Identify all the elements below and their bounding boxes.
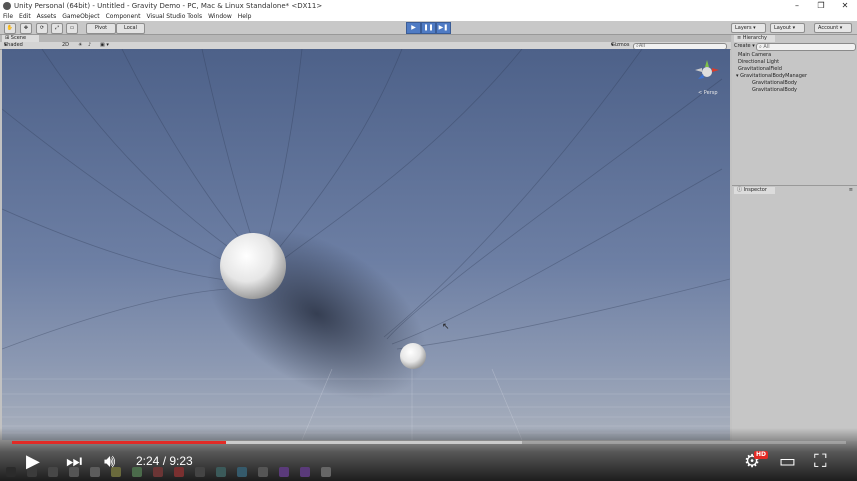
scene-tab-strip: ⊞ Scene (0, 35, 731, 42)
layout-label: Layout (774, 25, 791, 31)
tab-inspector[interactable]: ⓘ Inspector (734, 187, 775, 194)
hierarchy-panel: ≡ Hierarchy Create ▾ ⌕ All Main Camera D… (732, 35, 857, 185)
mouse-cursor-icon: ↖ (442, 322, 450, 332)
audio-toggle-icon[interactable]: ♪ (88, 42, 91, 49)
hierarchy-item-label: Main Camera (738, 52, 772, 58)
title-bar: Unity Personal (64bit) - Untitled - Grav… (0, 0, 857, 12)
menu-help[interactable]: Help (235, 12, 255, 21)
account-label: Account (818, 25, 839, 31)
unity-logo-icon (3, 2, 11, 10)
unity-editor-window: Unity Personal (64bit) - Untitled - Grav… (0, 0, 857, 481)
hierarchy-search-text: All (763, 44, 770, 50)
rotate-tool-icon[interactable]: ⟳ (36, 23, 48, 34)
video-progress-bar[interactable] (12, 441, 846, 444)
fullscreen-icon[interactable]: ⛶ (814, 452, 827, 472)
panel-menu-icon[interactable]: ≡ (849, 187, 853, 193)
menu-bar: File Edit Assets GameObject Component Vi… (0, 12, 857, 21)
scale-tool-icon[interactable]: ⤢ (51, 23, 63, 34)
hierarchy-item-label: GravitationalBody (752, 87, 798, 93)
hierarchy-search-input[interactable]: ⌕ All (756, 43, 856, 51)
hierarchy-item[interactable]: GravitationalBody (752, 80, 797, 86)
layers-label: Layers (735, 25, 752, 31)
scene-viewport[interactable]: < Persp ↖ (2, 49, 730, 440)
tab-hierarchy[interactable]: ≡ Hierarchy (734, 35, 775, 42)
axis-gizmo-icon (695, 60, 719, 79)
hierarchy-item-label: GravitationalBody (752, 80, 798, 86)
pivot-toggle[interactable]: Pivot (86, 23, 116, 34)
window-title: Unity Personal (64bit) - Untitled - Grav… (14, 2, 323, 10)
create-label: Create (734, 43, 751, 49)
menu-window[interactable]: Window (205, 12, 235, 21)
play-mode-button[interactable]: ▶ (406, 22, 421, 34)
local-toggle[interactable]: Local (116, 23, 145, 34)
rect-tool-icon[interactable]: ▭ (66, 23, 78, 34)
hierarchy-item-label: GravitationalField (738, 66, 782, 72)
hierarchy-item[interactable]: Main Camera (738, 52, 771, 58)
time-display: 2:24 / 9:23 (136, 454, 193, 468)
menu-component[interactable]: Component (103, 12, 144, 21)
play-icon[interactable]: ▶ (26, 452, 40, 472)
create-dropdown[interactable]: Create ▾ (734, 43, 755, 49)
hierarchy-item[interactable]: Directional Light (738, 59, 779, 65)
step-mode-button[interactable]: ▶❚ (436, 22, 451, 34)
lighting-toggle-icon[interactable]: ☀ (78, 42, 82, 49)
expand-arrow-icon[interactable]: ▾ (736, 73, 739, 79)
gravity-field-render (2, 49, 730, 440)
theater-mode-icon[interactable]: ▭ (779, 452, 796, 472)
played-bar (12, 441, 226, 444)
hd-badge: HD (754, 451, 769, 459)
scene-orientation-gizmo[interactable] (694, 59, 720, 85)
gravitational-body-large (220, 233, 286, 299)
pause-icon: ❚❚ (423, 24, 434, 31)
pause-mode-button[interactable]: ❚❚ (421, 22, 436, 34)
layers-dropdown[interactable]: Layers ▾ (731, 23, 766, 33)
volume-icon[interactable]: 🔊︎ (104, 452, 115, 472)
mode-2d-label: 2D (62, 42, 70, 48)
menu-file[interactable]: File (0, 12, 16, 21)
hierarchy-item-label: Directional Light (738, 59, 780, 65)
account-dropdown[interactable]: Account ▾ (814, 23, 852, 33)
inspector-tab-label: Inspector (743, 187, 767, 193)
window-controls: – ❐ ✕ (785, 0, 857, 12)
persp-label[interactable]: < Persp (698, 90, 718, 96)
maximize-button[interactable]: ❐ (809, 0, 833, 12)
layout-dropdown[interactable]: Layout ▾ (770, 23, 805, 33)
hierarchy-item[interactable]: GravitationalField (738, 66, 782, 72)
inspector-panel: ⓘ Inspector ≡ (732, 185, 857, 441)
gizmos-label: Gizmos (611, 42, 630, 48)
menu-edit[interactable]: Edit (16, 12, 34, 21)
scene-tab-label: Scene (10, 35, 27, 41)
gizmos-dropdown[interactable]: Gizmos ▾ (611, 42, 629, 49)
menu-visual-studio-tools[interactable]: Visual Studio Tools (143, 12, 205, 21)
minimize-button[interactable]: – (785, 0, 809, 12)
pivot-label: Pivot (94, 25, 108, 31)
menu-assets[interactable]: Assets (34, 12, 60, 21)
hierarchy-item[interactable]: GravitationalBody (752, 87, 797, 93)
hierarchy-item-label: GravitationalBodyManager (740, 73, 808, 79)
next-icon[interactable]: ⏭ (66, 452, 82, 472)
close-button[interactable]: ✕ (833, 0, 857, 12)
shading-mode-dropdown[interactable]: Shaded ▾ (4, 42, 23, 49)
main-toolbar: ✋ ✥ ⟳ ⤢ ▭ Pivot Local ▶ ❚❚ ▶❚ Layers ▾ L… (0, 21, 857, 35)
tab-scene[interactable]: ⊞ Scene (2, 35, 39, 42)
hierarchy-item[interactable]: ▾ GravitationalBodyManager (736, 73, 807, 79)
move-tool-icon[interactable]: ✥ (20, 23, 32, 34)
play-icon: ▶ (411, 24, 416, 31)
hand-tool-icon[interactable]: ✋ (4, 23, 16, 34)
shading-mode-label: Shaded (4, 42, 23, 48)
step-icon: ▶❚ (438, 24, 449, 31)
hierarchy-tab-label: Hierarchy (742, 35, 767, 41)
effects-toggle-icon[interactable]: ▣ ▾ (100, 42, 109, 49)
local-label: Local (124, 25, 137, 31)
menu-gameobject[interactable]: GameObject (59, 12, 102, 21)
gravitational-body-small (400, 343, 426, 369)
